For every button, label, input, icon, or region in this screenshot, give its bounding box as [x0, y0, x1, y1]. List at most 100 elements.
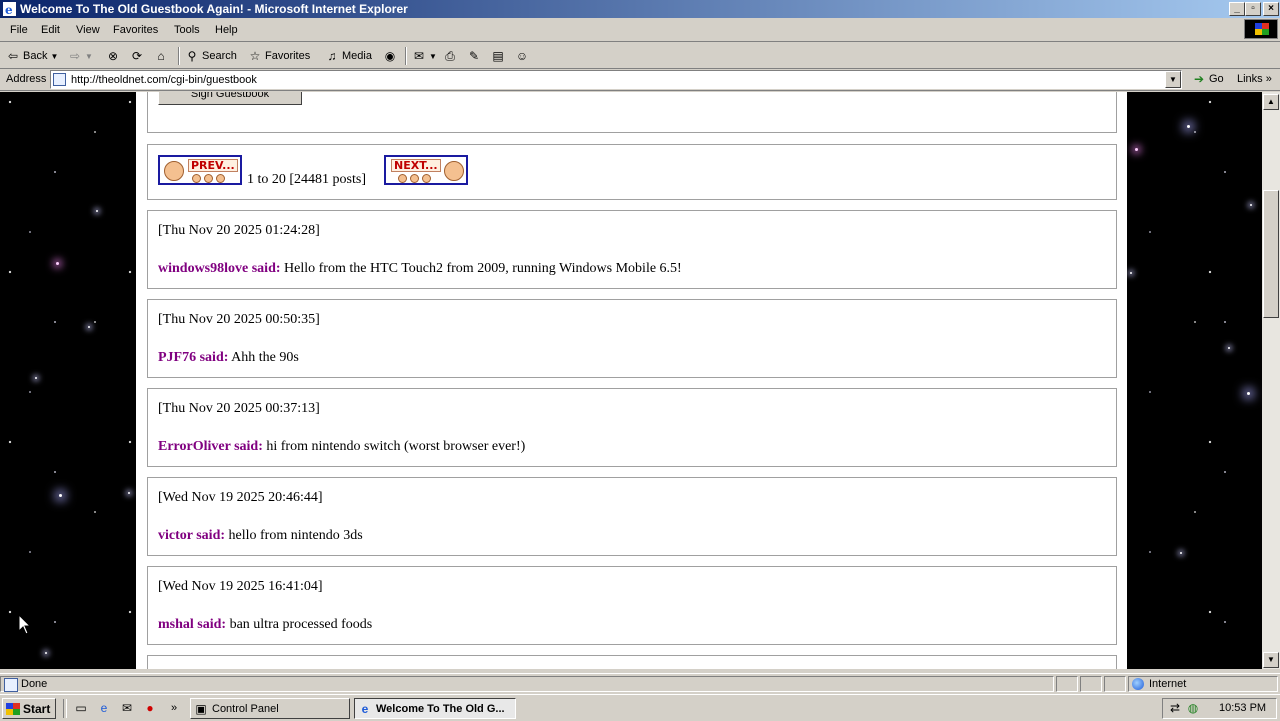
quicklaunch-more-icon[interactable]: »	[166, 700, 182, 716]
stop-button[interactable]: ⊗	[106, 47, 120, 65]
prev-button[interactable]: PREV...	[158, 155, 242, 185]
guestbook-post: [Wed Nov 19 2025 20:46:44] victor said: …	[147, 477, 1117, 556]
minimize-button[interactable]: _	[1229, 2, 1245, 16]
network-tray-icon[interactable]: ⇄	[1167, 700, 1183, 716]
ie-logo-icon: e	[3, 2, 16, 17]
windows-logo-icon	[1244, 19, 1278, 39]
clock[interactable]: 10:53 PM	[1219, 702, 1266, 714]
ie-quicklaunch-icon[interactable]: e	[96, 700, 112, 716]
star-decoration	[1180, 552, 1182, 554]
sign-guestbook-button[interactable]: Sign Guestbook	[158, 92, 302, 105]
forward-dropdown-icon[interactable]: ▼	[85, 52, 93, 61]
control-panel-icon: ▣	[195, 701, 207, 716]
window-title: Welcome To The Old Guestbook Again! - Mi…	[20, 2, 408, 16]
forward-button[interactable]: ⇨ ▼	[68, 47, 93, 65]
status-text: Done	[21, 678, 48, 690]
toolbar-separator	[178, 47, 180, 65]
status-pane: Done	[0, 676, 1054, 692]
links-button[interactable]: Links »	[1237, 73, 1272, 85]
dot-icon	[204, 174, 213, 183]
star-decoration	[1130, 272, 1132, 274]
print-button[interactable]: ⎙	[443, 47, 457, 65]
taskbar-item-guestbook[interactable]: e Welcome To The Old G...	[354, 698, 516, 719]
dot-icon	[398, 174, 407, 183]
favorites-icon: ☆	[249, 49, 261, 63]
go-button[interactable]: ➔ Go	[1192, 72, 1224, 86]
next-button[interactable]: NEXT...	[384, 155, 468, 185]
menu-view[interactable]: View	[76, 24, 100, 36]
guestbook-post: [Wed Nov 19 2025 16:41:04] mshal said: b…	[147, 566, 1117, 645]
back-dropdown-icon[interactable]: ▼	[50, 52, 58, 61]
guestbook-post: [Thu Nov 20 2025 00:37:13] ErrorOliver s…	[147, 388, 1117, 467]
star-decoration	[1250, 204, 1252, 206]
address-label: Address	[6, 73, 47, 85]
zone-pane: Internet	[1128, 676, 1278, 692]
post-message: hi from nintendo switch (worst browser e…	[266, 439, 526, 454]
star-decoration	[1247, 392, 1250, 395]
close-button[interactable]: ×	[1263, 2, 1279, 16]
hand-icon	[164, 161, 184, 181]
scroll-down-icon[interactable]: ▼	[1263, 652, 1279, 668]
show-desktop-icon[interactable]: ▭	[73, 700, 89, 716]
refresh-button[interactable]: ⟳	[130, 47, 144, 65]
star-decoration	[1135, 148, 1138, 151]
menu-tools[interactable]: Tools	[174, 24, 200, 36]
menu-help[interactable]: Help	[215, 24, 238, 36]
post-date: [Wed Nov 19 2025 20:46:44]	[158, 490, 323, 505]
star-decoration	[45, 652, 47, 654]
menu-edit[interactable]: Edit	[41, 24, 60, 36]
maximize-button[interactable]: ▫	[1245, 2, 1261, 16]
messenger-button[interactable]: ☺	[515, 47, 529, 65]
opera-quicklaunch-icon[interactable]: ●	[142, 700, 158, 716]
discuss-button[interactable]: ▤	[491, 47, 505, 65]
edit-icon: ✎	[468, 49, 480, 63]
sign-guestbook-box: Sign Guestbook	[147, 92, 1117, 133]
address-url[interactable]: http://theoldnet.com/cgi-bin/guestbook	[71, 74, 257, 86]
back-button[interactable]: ⇦ Back ▼	[6, 47, 58, 65]
dot-icon	[410, 174, 419, 183]
history-button[interactable]: ◉	[383, 47, 397, 65]
guestbook-content: Sign Guestbook PREV... 1 to 20 [24481 po…	[136, 92, 1127, 669]
mail-icon: ✉	[413, 49, 425, 63]
guestbook-post	[147, 655, 1117, 669]
media-button[interactable]: ♫ Media	[325, 47, 372, 65]
search-button[interactable]: ⚲ Search	[185, 47, 237, 65]
page-viewport: Sign Guestbook PREV... 1 to 20 [24481 po…	[0, 92, 1262, 669]
star-decoration	[96, 210, 98, 212]
post-message: Hello from the HTC Touch2 from 2009, run…	[284, 261, 682, 276]
address-dropdown-icon[interactable]: ▼	[1165, 71, 1181, 88]
star-decoration	[56, 262, 59, 265]
toolbar-separator	[405, 47, 407, 65]
media-icon: ♫	[327, 49, 337, 63]
outlook-quicklaunch-icon[interactable]: ✉	[119, 700, 135, 716]
go-arrow-icon: ➔	[1193, 72, 1205, 86]
start-button[interactable]: Start	[2, 698, 56, 719]
post-author: mshal said:	[158, 617, 227, 632]
status-pane	[1056, 676, 1078, 692]
taskbar-item-control-panel[interactable]: ▣ Control Panel	[190, 698, 350, 719]
globe-tray-icon[interactable]: ◍	[1185, 700, 1201, 716]
scroll-up-icon[interactable]: ▲	[1263, 94, 1279, 110]
menu-file[interactable]: File	[10, 24, 28, 36]
favorites-button[interactable]: ☆ Favorites	[248, 47, 311, 65]
mail-button[interactable]: ✉ ▼	[412, 47, 437, 65]
home-button[interactable]: ⌂	[154, 47, 168, 65]
address-input[interactable]: http://theoldnet.com/cgi-bin/guestbook ▼	[50, 70, 1182, 89]
scrollbar-thumb[interactable]	[1263, 190, 1279, 318]
page-done-icon	[4, 678, 18, 692]
vertical-scrollbar[interactable]: ▲ ▼	[1262, 92, 1280, 669]
post-message: Ahh the 90s	[231, 350, 299, 365]
mail-dropdown-icon[interactable]: ▼	[429, 52, 437, 61]
discuss-icon: ▤	[492, 49, 504, 63]
post-author: windows98love said:	[158, 261, 281, 276]
security-zone: Internet	[1149, 678, 1187, 690]
toolbar: ⇦ Back ▼ ⇨ ▼ ⊗ ⟳ ⌂ ⚲ Search ☆ Favorites …	[0, 43, 1280, 69]
forward-arrow-icon: ⇨	[69, 49, 81, 63]
edit-button[interactable]: ✎	[467, 47, 481, 65]
menu-favorites[interactable]: Favorites	[113, 24, 158, 36]
taskbar: Start ▭ e ✉ ● » ▣ Control Panel e Welcom…	[0, 694, 1280, 721]
page-icon	[53, 73, 66, 86]
post-date: [Thu Nov 20 2025 01:24:28]	[158, 223, 320, 238]
stop-icon: ⊗	[107, 49, 119, 63]
post-author: PJF76 said:	[158, 350, 229, 365]
